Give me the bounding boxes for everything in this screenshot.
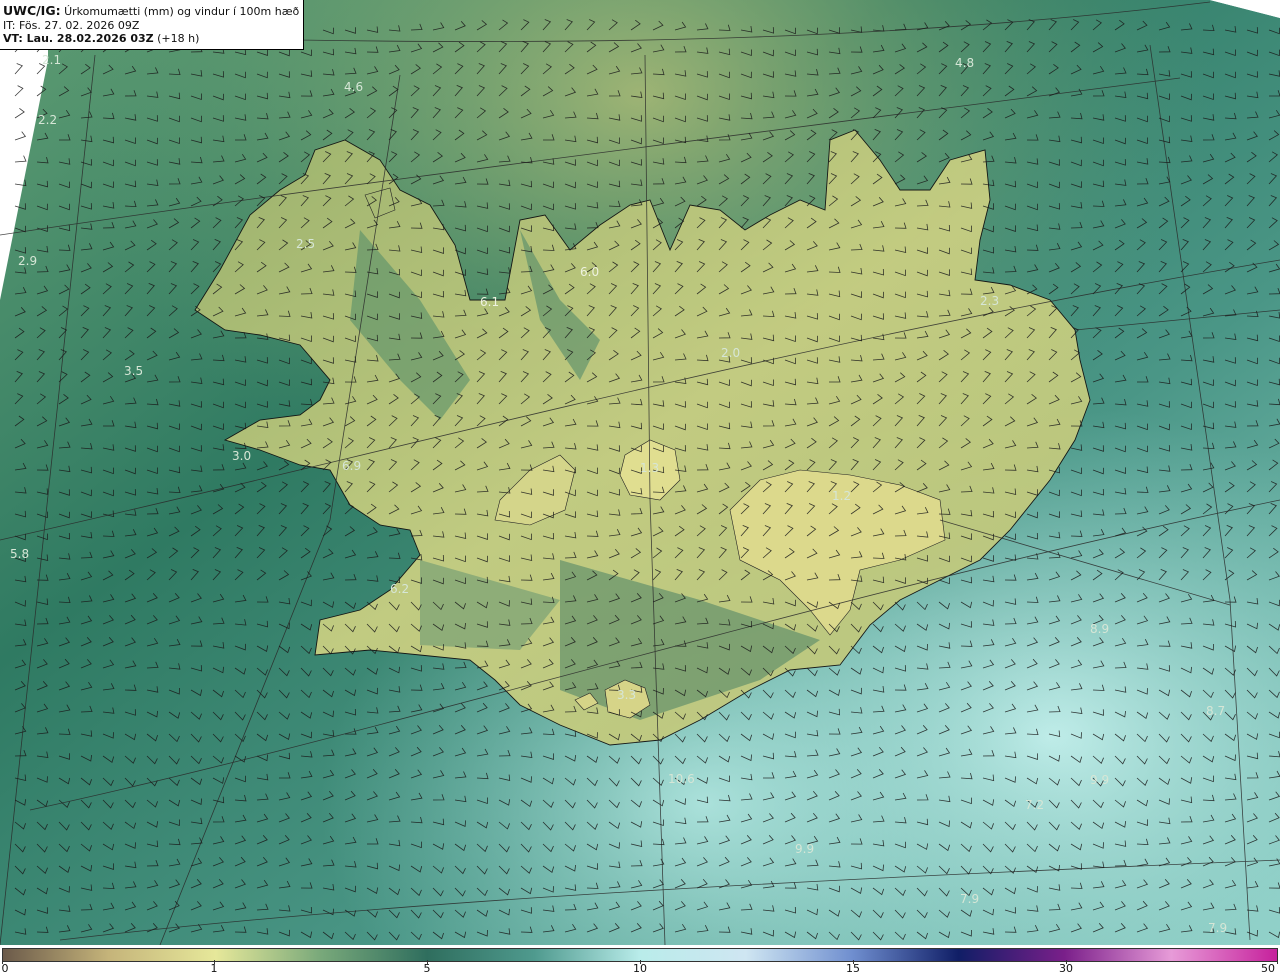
valid-time-line: VT: Lau. 28.02.2026 03Z (+18 h) [3,32,300,46]
map-label: 7.9 [1208,921,1227,935]
map-label: 5.8 [10,547,29,561]
map-label: 2.9 [18,254,37,268]
map-label: 4.8 [955,56,974,70]
map-label: 7.9 [960,892,979,906]
map-label: 6.0 [580,265,599,279]
map-label: 3.0 [232,449,251,463]
map-label: 9.9 [1090,773,1109,787]
map-label: 7.2 [1025,798,1044,812]
title-box: UWC/IG: Úrkomumætti (mm) og vindur í 100… [0,0,304,50]
map-label: 6.9 [342,459,361,473]
colorbar-tick: 5 [423,962,431,975]
colorbar-tick: 0 [1,962,9,975]
map-label: 8.7 [1206,704,1225,718]
wind-barb [14,131,27,141]
map-label: 2.0 [721,346,740,360]
init-time: IT: Fös. 27. 02. 2026 09Z [3,18,140,32]
map-label: 2.5 [296,237,315,251]
map-label: 10.6 [668,772,695,786]
model-prefix: UWC/IG: [3,3,61,18]
colorbar-tick: 30 [1059,962,1073,975]
map-label: 2.2 [38,113,57,127]
map-label: 4.6 [344,80,363,94]
map-label: 1.3 [640,461,659,475]
map-label: 1.2 [832,489,851,503]
colorbar-tick: 10 [633,962,647,975]
weather-map: 2.1 4.6 4.8 2.2 2.9 2.5 6.0 6.1 2.3 2.0 … [0,0,1280,945]
colorbar-tick: 1 [210,962,218,975]
colorbar-tick: 15 [846,962,860,975]
map-label: 8.9 [1090,622,1109,636]
lead-time: (+18 h) [157,32,200,45]
wind-barb [14,107,25,119]
field-description: Úrkomumætti (mm) og vindur í 100m hæð [64,5,300,18]
map-label: 6.1 [480,295,499,309]
wind-barb [14,85,24,97]
wind-barb [14,63,23,75]
map-label: 6.2 [390,582,409,596]
title-line: UWC/IG: Úrkomumætti (mm) og vindur í 100… [3,4,300,19]
colorbar-tick: 50 [1261,962,1275,975]
map-label: 3.3 [617,688,636,702]
map-label: 3.5 [124,364,143,378]
map-label: 2.1 [42,53,61,67]
map-label: 9.9 [795,842,814,856]
wind-barb [14,155,27,163]
map-label: 2.3 [980,294,999,308]
valid-time: VT: Lau. 28.02.2026 03Z [3,32,154,45]
